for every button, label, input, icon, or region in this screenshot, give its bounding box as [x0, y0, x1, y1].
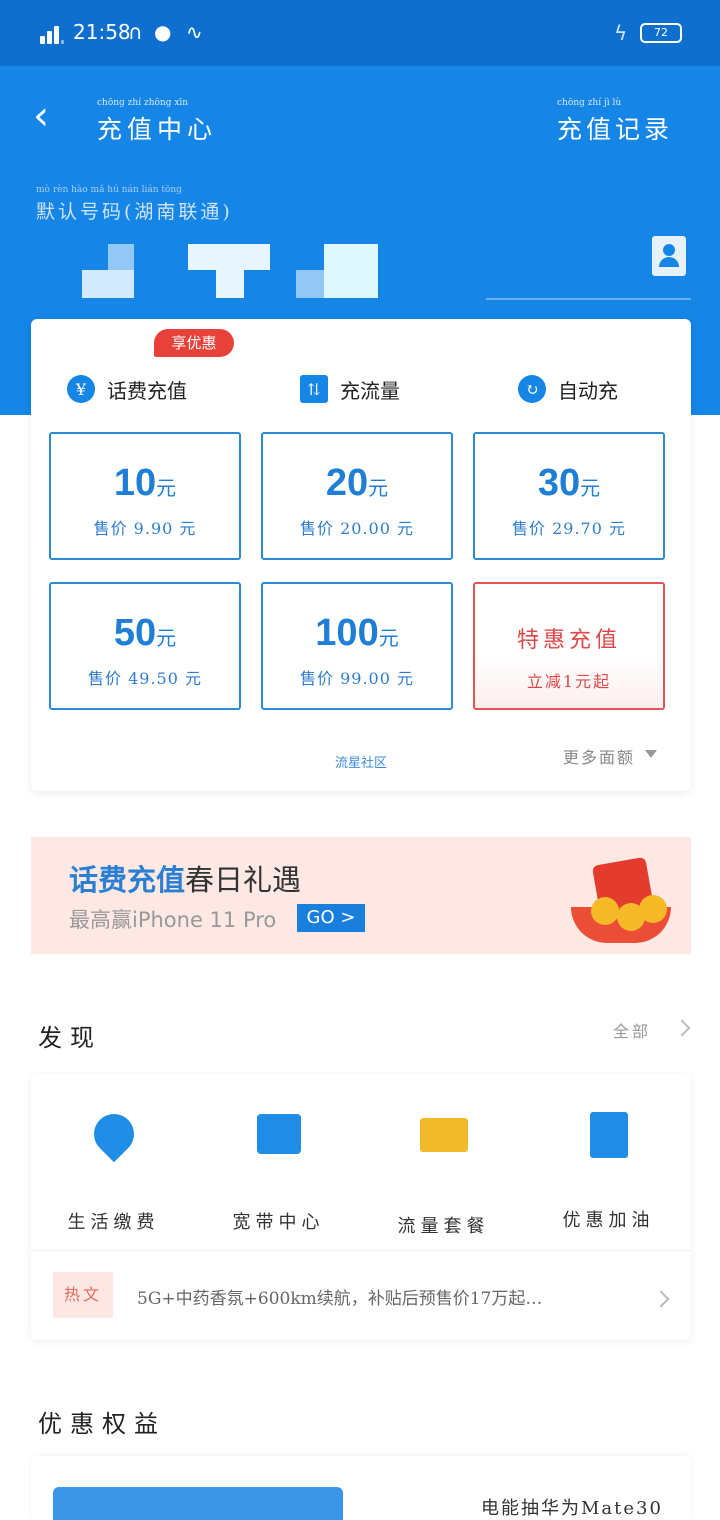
transfer-icon: ⇅ — [300, 375, 328, 403]
go-button[interactable]: GO > — [297, 904, 365, 932]
chevron-right-icon[interactable] — [652, 1290, 670, 1308]
refresh-icon: ↻ — [518, 375, 546, 403]
community-link[interactable]: 流星社区 — [335, 752, 387, 771]
benefit-title: 电能抽华为Mate30 — [481, 1498, 663, 1519]
plan-tile-10[interactable]: 10元 售价 9.90 元 — [49, 432, 241, 560]
plan-tile-50[interactable]: 50元 售价 49.50 元 — [49, 582, 241, 710]
phone-input-underline — [486, 298, 691, 300]
promo-badge: 享优惠 — [154, 329, 234, 357]
discover-item-data-plan[interactable]: 流量套餐 — [361, 1110, 526, 1238]
charging-icon: ϟ — [614, 21, 628, 45]
page-title: chōng zhí zhōng xīn 充值中心 — [97, 98, 218, 144]
benefit-image — [53, 1487, 343, 1520]
recharge-records-link[interactable]: chōng zhí jì lù 充值记录 — [557, 98, 673, 146]
more-amounts-dropdown[interactable]: 更多面额 — [563, 744, 658, 768]
discover-item-fuel[interactable]: 优惠加油 — [526, 1110, 691, 1232]
hot-article-tag: 热文 — [53, 1272, 113, 1318]
gas-station-icon — [585, 1112, 633, 1160]
discover-item-broadband[interactable]: 宽带中心 — [196, 1110, 361, 1234]
chat-bubble-icon: ● — [154, 20, 172, 44]
default-number-label[interactable]: mò rèn hào mǎ hú nán lián tōng 默认号码(湖南联通… — [36, 185, 233, 224]
plan-tile-20[interactable]: 20元 售价 20.00 元 — [261, 432, 453, 560]
storefront-icon — [255, 1114, 303, 1162]
benefits-card[interactable]: 电能抽华为Mate30 — [31, 1456, 691, 1520]
red-envelope-illustration — [571, 855, 671, 945]
news-headline[interactable]: 5G+中药香氛+600km续航，补贴后预售价17万起… — [137, 1284, 637, 1309]
tab-auto-recharge[interactable]: ↻ 自动充 — [518, 369, 618, 409]
status-time: 21:58 — [73, 20, 131, 44]
recharge-card: 享优惠 ¥ 话费充值 ⇅ 充流量 ↻ 自动充 10元 售价 9.90 元 20元… — [31, 319, 691, 791]
promo-banner[interactable]: 话费充值春日礼遇 最高赢iPhone 11 Pro GO > — [31, 837, 691, 954]
tab-data[interactable]: ⇅ 充流量 — [300, 369, 400, 409]
chevron-right-icon[interactable] — [673, 1019, 691, 1037]
status-bar: 21:58 ∩ ● ∿ ϟ 72 — [0, 0, 720, 66]
tab-phone-bill[interactable]: ¥ 话费充值 — [67, 369, 187, 409]
discover-heading: 发现 — [38, 1024, 102, 1052]
discover-card: 生活缴费 宽带中心 流量套餐 优惠加油 热文 5G+中药香氛+600km续航，补… — [31, 1074, 691, 1340]
headset-icon: ∩ — [128, 20, 143, 44]
special-offer-tile[interactable]: 特惠充值 立减1元起 — [473, 582, 665, 710]
divider — [31, 1250, 691, 1251]
see-all-link[interactable]: 全部 — [613, 1018, 651, 1042]
signal-icon — [40, 20, 64, 44]
battery-indicator: 72 — [640, 23, 682, 43]
benefits-heading: 优惠权益 — [38, 1410, 166, 1438]
plan-tile-100[interactable]: 100元 售价 99.00 元 — [261, 582, 453, 710]
card-icon — [419, 1118, 468, 1166]
back-arrow-icon[interactable]: ‹ — [33, 96, 73, 136]
plan-tile-30[interactable]: 30元 售价 29.70 元 — [473, 432, 665, 560]
contact-picker-icon[interactable] — [652, 236, 686, 276]
yen-icon: ¥ — [67, 375, 95, 403]
discover-item-bills[interactable]: 生活缴费 — [31, 1105, 196, 1234]
wave-icon: ∿ — [186, 20, 203, 44]
water-drop-icon — [85, 1105, 142, 1163]
